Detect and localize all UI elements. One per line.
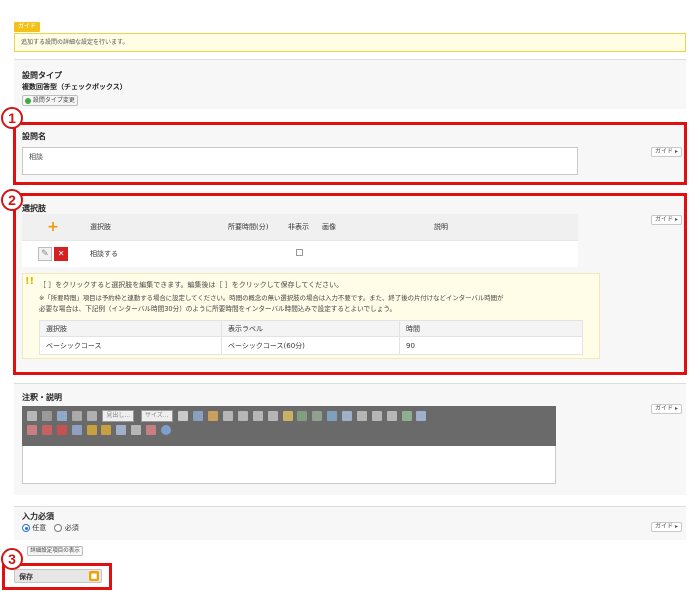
folder-icon[interactable] — [208, 411, 219, 421]
link-icon[interactable] — [297, 411, 308, 421]
embed-icon[interactable] — [71, 425, 82, 435]
highlight-frame-1 — [13, 122, 687, 185]
list-icon[interactable] — [223, 411, 234, 421]
cut-icon[interactable] — [27, 411, 37, 421]
align-left-icon[interactable] — [356, 411, 367, 421]
notes-section: 注釈・説明 ガイド ▸ 見出し... サイズ... — [14, 383, 686, 495]
notes-input[interactable] — [22, 446, 556, 484]
lock-icon: ■ — [89, 571, 99, 581]
notes-guide-button[interactable]: ガイド ▸ — [651, 404, 682, 414]
bold-icon[interactable] — [41, 411, 52, 421]
guide-message: 追加する設問の詳細な設定を行います。 — [14, 33, 686, 52]
map-pin-icon[interactable] — [41, 425, 52, 435]
size-select[interactable]: サイズ... — [140, 410, 173, 422]
optional-radio[interactable] — [22, 524, 30, 532]
add-icon — [25, 97, 31, 104]
guide-tag: ガイド — [14, 22, 41, 32]
step-number-1: 1 — [1, 107, 23, 129]
required-options: 任意 必須 — [22, 523, 79, 533]
unlink-icon[interactable] — [312, 411, 323, 421]
required-guide-button[interactable]: ガイド ▸ — [651, 522, 682, 532]
question-type-value: 複数回答型（チェックボックス） — [22, 83, 127, 91]
required-label: 入力必須 — [22, 512, 54, 521]
pdf-icon[interactable] — [146, 425, 156, 435]
question-type-label: 設問タイプ — [22, 71, 62, 80]
source-icon[interactable] — [131, 425, 142, 435]
brush-icon[interactable] — [56, 411, 67, 421]
outdent-icon[interactable] — [267, 411, 278, 421]
step-number-3: 3 — [1, 548, 23, 570]
redo-icon[interactable] — [101, 425, 112, 435]
change-question-type-label: 設問タイプ変更 — [32, 97, 75, 104]
quote-icon[interactable] — [282, 411, 293, 421]
grid-icon[interactable] — [401, 411, 412, 421]
table-icon[interactable] — [342, 411, 353, 421]
optional-option-label[interactable]: 任意 — [32, 524, 46, 532]
editor-toolbar: 見出し... サイズ... — [22, 406, 556, 446]
save-button[interactable]: 保存 ■ — [14, 569, 102, 583]
save-label: 保存 — [19, 573, 33, 581]
image-icon[interactable] — [327, 411, 338, 421]
abc-icon[interactable] — [86, 411, 97, 421]
notes-label: 注釈・説明 — [22, 393, 62, 402]
align-center-icon[interactable] — [371, 411, 382, 421]
numbered-list-icon[interactable] — [237, 411, 248, 421]
required-radio[interactable] — [54, 524, 63, 532]
change-question-type-button[interactable]: 設問タイプ変更 — [22, 95, 78, 106]
step-number-2: 2 — [1, 189, 23, 211]
help-icon[interactable] — [160, 425, 171, 435]
required-option-label[interactable]: 必須 — [65, 524, 79, 532]
show-detail-settings-button[interactable]: 詳細設定項目の表示 — [27, 546, 83, 556]
format-icon[interactable] — [71, 411, 82, 421]
preview-icon[interactable] — [116, 425, 127, 435]
paste-icon[interactable] — [193, 411, 204, 421]
required-section: 入力必須 任意 必須 ガイド ▸ — [14, 506, 686, 540]
calendar-icon[interactable] — [27, 425, 37, 435]
media-icon[interactable] — [416, 411, 427, 421]
video-icon[interactable] — [56, 425, 67, 435]
highlight-frame-2 — [13, 193, 687, 375]
doc-icon[interactable] — [178, 411, 189, 421]
undo-icon[interactable] — [86, 425, 97, 435]
heading-select[interactable]: 見出し... — [102, 410, 135, 422]
indent-icon[interactable] — [252, 411, 263, 421]
question-type-section: 設問タイプ 複数回答型（チェックボックス） 設問タイプ変更 — [14, 59, 686, 109]
align-right-icon[interactable] — [386, 411, 397, 421]
